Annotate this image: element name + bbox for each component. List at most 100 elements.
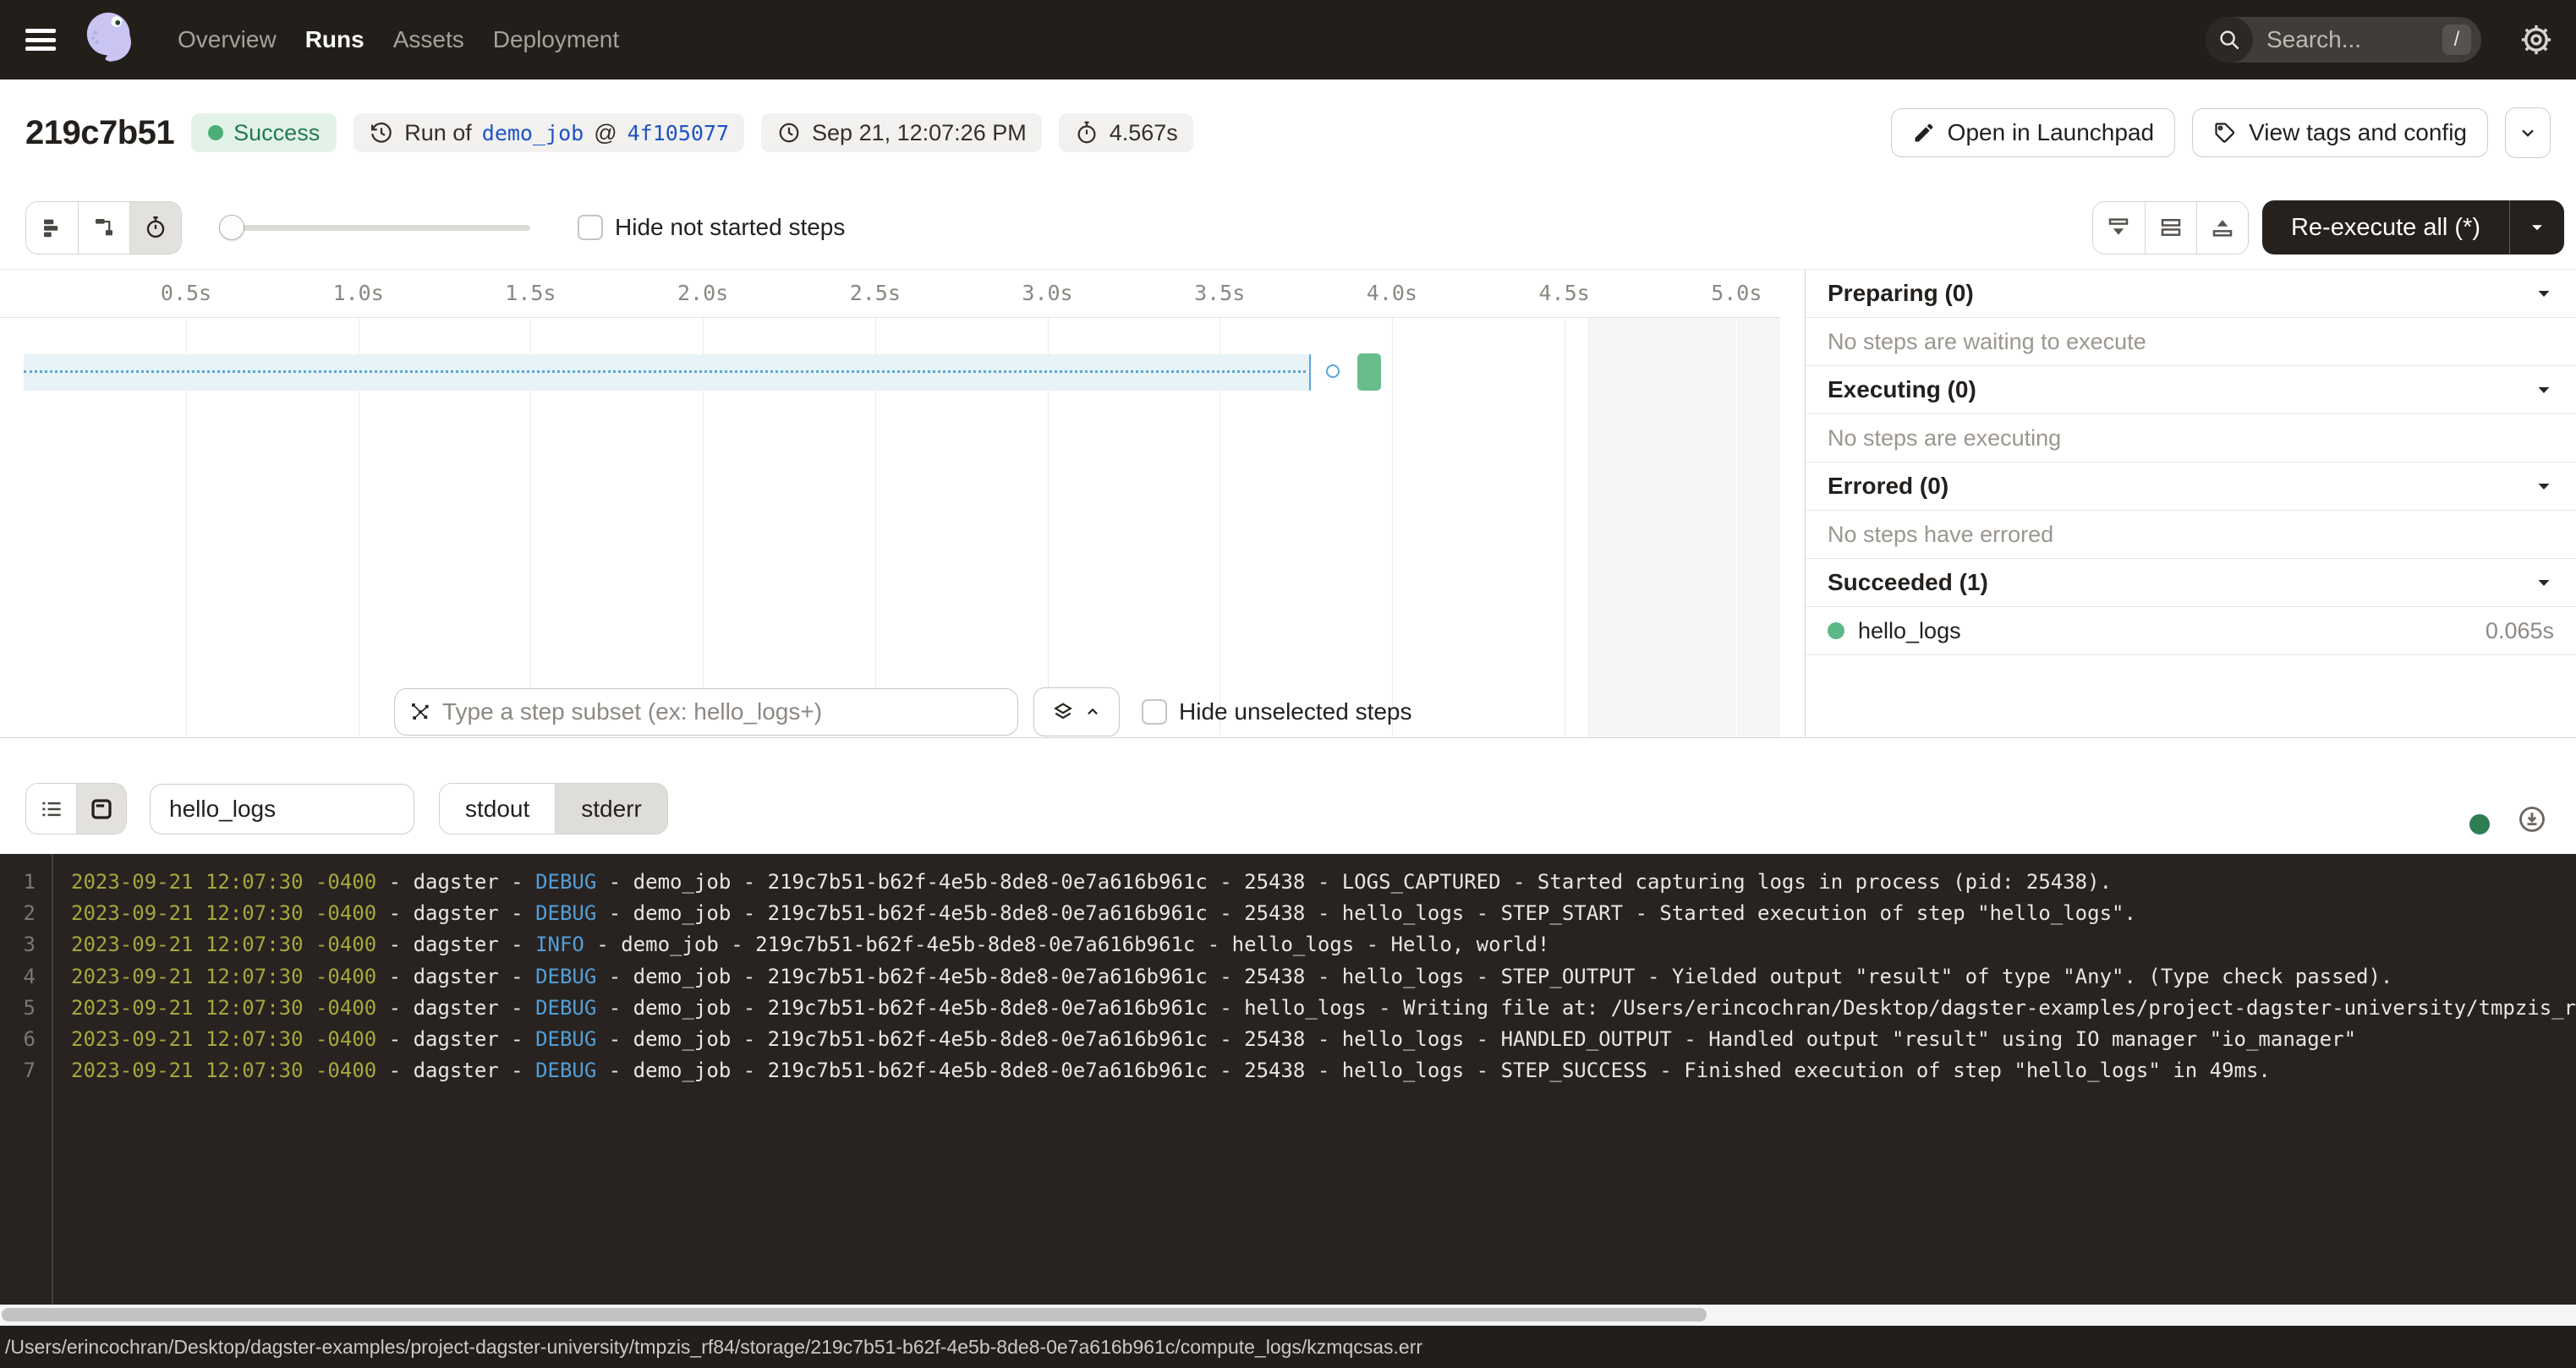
log-path-statusbar: /Users/erincochran/Desktop/dagster-examp… [0,1326,2576,1368]
axis-tick: 2.5s [840,270,911,317]
axis-tick: 2.0s [667,270,738,317]
log-line: 42023-09-21 12:07:30 -0400 - dagster - D… [0,961,2576,993]
hide-unselected-label: Hide unselected steps [1179,698,1412,725]
clock-icon [776,120,802,145]
slider-knob[interactable] [219,215,244,240]
step-success-dot [1828,622,1844,639]
status-section-empty: No steps have errored [1806,511,2576,559]
gantt-waiting-dotted-line [24,370,1306,373]
step-row-hello_logs[interactable]: hello_logs0.065s [1806,607,2576,655]
log-step-filter-input[interactable] [150,784,414,834]
gantt-body: Type a step subset (ex: hello_logs+) Hid… [0,318,1780,737]
collapse-chevron-icon [2534,283,2554,304]
view-tags-button[interactable]: View tags and config [2192,108,2488,157]
hide-unselected-checkbox[interactable] [1142,699,1167,725]
stopwatch-icon [1074,120,1099,145]
collapse-chevron-icon [2534,572,2554,593]
open-launchpad-button[interactable]: Open in Launchpad [1891,108,2175,157]
hide-not-started-checkbox[interactable] [578,215,603,240]
log-tab-stdout[interactable]: stdout [440,784,555,834]
duration-pill: 4.567s [1059,113,1193,152]
gear-icon[interactable] [2518,22,2554,57]
chevron-down-icon [2517,122,2539,144]
waterfall-view-button[interactable] [78,202,129,254]
step-subset-input[interactable]: Type a step subset (ex: hello_logs+) [394,688,1018,736]
step-subset-placeholder: Type a step subset (ex: hello_logs+) [442,698,822,725]
nav-item-deployment[interactable]: Deployment [493,26,619,53]
start-time-pill: Sep 21, 12:07:26 PM [761,113,1042,152]
dagster-logo-icon[interactable] [81,10,140,69]
axis-tick: 1.0s [323,270,394,317]
timed-view-button[interactable] [129,202,181,254]
pencil-icon [1912,121,1936,145]
snapshot-link[interactable]: 4f105077 [628,121,729,145]
search-shortcut-badge: / [2442,25,2471,55]
log-view-mode-group [25,783,127,834]
status-dot-icon [208,125,223,140]
split-even-button[interactable] [2145,202,2196,254]
layers-icon [1051,700,1075,724]
search-placeholder: Search... [2253,26,2442,53]
log-line: 12023-09-21 12:07:30 -0400 - dagster - D… [0,867,2576,898]
run-of-pill: Run of demo_job @ 4f105077 [354,113,744,152]
flat-view-button[interactable] [26,202,78,254]
log-line: 22023-09-21 12:07:30 -0400 - dagster - D… [0,898,2576,929]
axis-tick: 4.0s [1357,270,1428,317]
log-status-dot [2469,814,2490,834]
log-file-path: /Users/erincochran/Desktop/dagster-examp… [0,1336,1422,1359]
gantt-time-axis: 0.5s1.0s1.5s2.0s2.5s3.0s3.5s4.0s4.5s5.0s [0,270,1780,318]
reexecute-dropdown-button[interactable] [2509,200,2564,254]
gantt-step-bar-hello_logs[interactable] [1357,353,1381,391]
expand-top-button[interactable] [2196,202,2248,254]
nav-item-assets[interactable]: Assets [393,26,464,53]
collapse-chevron-icon [2534,380,2554,400]
status-section-empty: No steps are executing [1806,414,2576,462]
gantt-marker-circle[interactable] [1326,364,1340,378]
log-line: 62023-09-21 12:07:30 -0400 - dagster - D… [0,1024,2576,1055]
split-layout-group [2092,201,2249,254]
log-tab-stderr[interactable]: stderr [555,784,667,834]
gutter-divider [52,854,53,1305]
log-horizontal-scrollbar[interactable] [0,1305,2576,1326]
axis-tick: 3.5s [1184,270,1255,317]
log-line: 72023-09-21 12:07:30 -0400 - dagster - D… [0,1055,2576,1086]
history-icon [369,120,394,145]
status-section-header[interactable]: Preparing (0) [1806,270,2576,318]
download-log-icon[interactable] [2517,804,2547,834]
log-line: 32023-09-21 12:07:30 -0400 - dagster - I… [0,929,2576,960]
status-section-header[interactable]: Succeeded (1) [1806,559,2576,607]
run-gantt-section: 0.5s1.0s1.5s2.0s2.5s3.0s3.5s4.0s4.5s5.0s… [0,269,2576,738]
run-header: 219c7b51 Success Run of demo_job @ 4f105… [0,79,2576,186]
status-section-header[interactable]: Errored (0) [1806,462,2576,511]
structured-log-view-button[interactable] [26,784,76,834]
run-id: 219c7b51 [25,114,174,152]
job-link[interactable]: demo_job [482,121,584,145]
menu-icon[interactable] [25,29,56,51]
status-section-empty: No steps are waiting to execute [1806,318,2576,366]
scrollbar-thumb[interactable] [2,1308,1707,1321]
step-status-panel: Preparing (0)No steps are waiting to exe… [1805,270,2576,737]
gantt-zoom-slider[interactable] [221,215,530,240]
run-actions-dropdown-button[interactable] [2505,107,2551,158]
search-input[interactable]: Search... / [2206,17,2481,63]
reexecute-all-button[interactable]: Re-execute all (*) [2262,200,2564,254]
raw-log-view-button[interactable] [76,784,126,834]
top-nav: Overview Runs Assets Deployment Search... / [0,0,2576,79]
nav-item-runs[interactable]: Runs [305,26,364,53]
after-run-end-shade [1587,318,1780,737]
nav-item-overview[interactable]: Overview [178,26,277,53]
status-section-header[interactable]: Executing (0) [1806,366,2576,414]
status-badge: Success [191,113,337,152]
search-icon [2206,17,2253,63]
gantt-toolbar: Hide not started steps Re-execute all (*… [0,186,2576,269]
axis-tick: 3.0s [1012,270,1083,317]
graph-query-toggle-button[interactable] [1033,687,1120,736]
axis-tick: 5.0s [1701,270,1772,317]
log-io-tabs: stdoutstderr [439,783,668,834]
tag-icon [2213,121,2237,145]
gridline [1736,318,1737,737]
gridline [1392,318,1393,737]
collapse-chevron-icon [2534,476,2554,496]
expand-bottom-button[interactable] [2093,202,2145,254]
step-subset-controls: Type a step subset (ex: hello_logs+) Hid… [394,688,1412,736]
